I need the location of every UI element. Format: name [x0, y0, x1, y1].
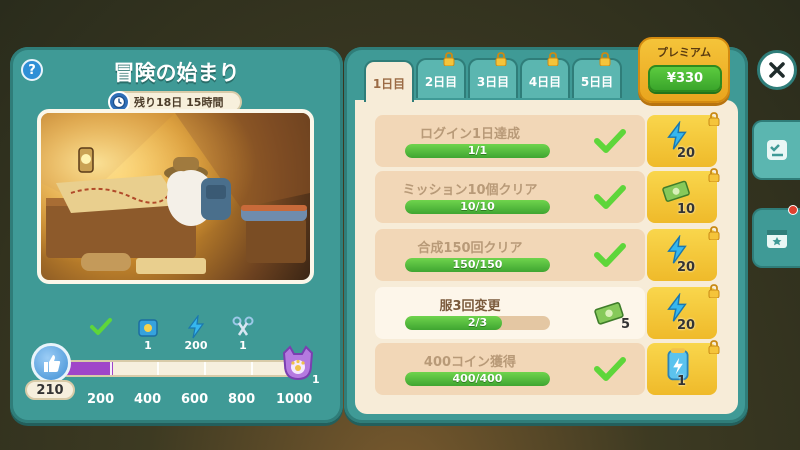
mission-row: 400コイン獲得 400/400 — [375, 343, 645, 395]
event-progress-fill — [65, 362, 114, 375]
tab-day-3[interactable]: 3日目 — [468, 52, 518, 98]
close-icon — [769, 62, 785, 78]
reward-amount: 20 — [677, 260, 696, 275]
milestone-label: 1000 — [276, 392, 313, 407]
premium-pass-card: プレミアム ¥330 — [638, 37, 730, 103]
side-tab-missions[interactable] — [752, 120, 800, 180]
final-reward-count: 1 — [312, 373, 320, 386]
premium-reward-slot[interactable]: 20 — [647, 284, 720, 339]
track-reward-item[interactable]: 1 — [128, 315, 168, 352]
reward-amount: 5 — [621, 317, 631, 332]
mission-row: 合成150回クリア 150/150 — [375, 229, 645, 281]
mission-progress-bar: 1/1 — [405, 144, 550, 158]
mission-progress-bar: 150/150 — [405, 258, 550, 272]
premium-reward-slot[interactable]: 20 — [647, 112, 720, 167]
premium-reward-slot[interactable]: 10 — [647, 168, 720, 223]
checkmark-icon — [594, 185, 626, 209]
lock-icon — [495, 52, 507, 66]
checkmark-icon — [90, 318, 112, 335]
reward-amount: 20 — [677, 318, 696, 333]
premium-buy-button[interactable]: ¥330 — [648, 65, 722, 92]
side-tab-calendar[interactable] — [752, 208, 800, 268]
premium-reward-slot[interactable]: 20 — [647, 226, 720, 281]
mission-complete-status — [585, 237, 635, 273]
cash-icon — [662, 180, 690, 202]
checkmark-icon — [594, 129, 626, 153]
track-reward-item[interactable] — [81, 315, 121, 339]
milestone-label: 600 — [181, 392, 209, 407]
reward-amount: 20 — [677, 146, 696, 161]
thumbs-up-icon — [44, 355, 61, 372]
progress-tick — [157, 362, 159, 375]
tab-day-4[interactable]: 4日目 — [520, 52, 570, 98]
progress-tick — [251, 362, 253, 375]
tab-day-2[interactable]: 2日目 — [416, 52, 466, 98]
checklist-icon — [767, 140, 787, 160]
lock-icon — [599, 52, 611, 66]
mission-progress-bar: 400/400 — [405, 372, 550, 386]
mission-complete-status — [585, 351, 635, 387]
event-points: 210 — [25, 380, 75, 400]
progress-tick — [204, 362, 206, 375]
track-reward-item[interactable]: 1 — [223, 315, 263, 352]
event-progress-bar — [63, 360, 296, 377]
mission-progress-bar: 10/10 — [405, 200, 550, 214]
event-points-badge — [31, 343, 71, 383]
milestone-label: 800 — [228, 392, 256, 407]
timer-text: 残り18日 15時間 — [134, 96, 224, 109]
mission-title: 400コイン獲得 — [423, 355, 517, 370]
mission-progress-text: 400/400 — [452, 372, 503, 385]
calendar-star-icon — [767, 230, 787, 248]
lock-icon — [708, 340, 720, 354]
mission-title: ミッション10個クリア — [402, 183, 538, 198]
mission-title: ログイン1日達成 — [419, 127, 521, 142]
lock-icon — [708, 112, 720, 126]
energy-bolt-icon — [187, 315, 205, 339]
free-reward[interactable]: 5 — [585, 295, 635, 332]
event-panel: ? 冒険の始まり 残り18日 15時間 1 200 1 210 200 400 … — [10, 47, 343, 423]
mission-progress-text: 1/1 — [467, 144, 488, 157]
track-reward-item[interactable]: 200 — [176, 315, 216, 352]
reward-amount: 10 — [677, 202, 696, 217]
mission-complete-status — [585, 179, 635, 215]
mission-row: 服3回変更 2/3 5 — [375, 287, 645, 339]
checkmark-icon — [594, 243, 626, 267]
lock-icon — [443, 52, 455, 66]
progress-tick — [110, 362, 112, 375]
lock-icon — [708, 168, 720, 182]
mission-progress-text: 150/150 — [452, 258, 503, 271]
scissors-icon — [232, 316, 254, 336]
mission-row: ミッション10個クリア 10/10 — [375, 171, 645, 223]
tab-day-5[interactable]: 5日目 — [572, 52, 622, 98]
mission-title: 服3回変更 — [439, 299, 501, 314]
close-button[interactable] — [757, 50, 797, 90]
event-title: 冒険の始まり — [113, 61, 240, 85]
mission-progress-text: 10/10 — [460, 200, 495, 213]
premium-reward-slot[interactable]: 1 — [647, 340, 720, 395]
lock-icon — [547, 52, 559, 66]
gem-box-icon — [138, 319, 158, 337]
premium-label: プレミアム — [656, 46, 712, 59]
mission-row: ログイン1日達成 1/1 — [375, 115, 645, 167]
event-artwork-cat-explorer — [37, 109, 314, 284]
lock-icon — [708, 284, 720, 298]
mission-complete-status — [585, 123, 635, 159]
mission-title: 合成150回クリア — [417, 241, 523, 256]
milestone-label: 400 — [134, 392, 162, 407]
milestone-label: 200 — [87, 392, 115, 407]
mission-progress-text: 2/3 — [467, 316, 488, 329]
lock-icon — [708, 226, 720, 240]
tab-day-1[interactable]: 1日目 — [364, 60, 414, 102]
mission-progress-bar: 2/3 — [405, 316, 550, 330]
checkmark-icon — [594, 357, 626, 381]
notification-badge — [788, 205, 798, 215]
reward-amount: 1 — [677, 374, 687, 389]
